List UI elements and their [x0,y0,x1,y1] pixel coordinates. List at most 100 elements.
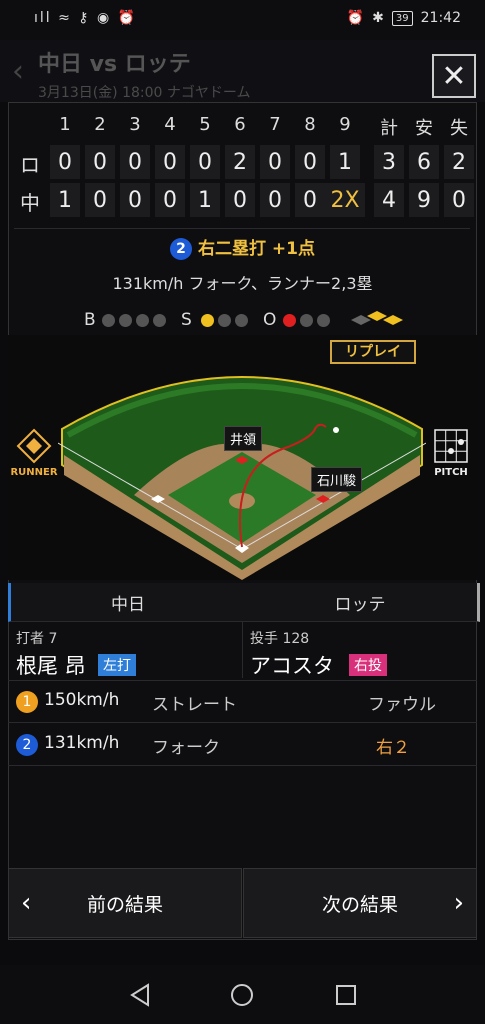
inning-score: 0 [295,183,325,217]
inning-score: 1 [50,183,80,217]
chevron-right-icon: › [453,888,464,918]
status-bar: ıll ≈ ⚷ ◉ ⏰ ⏰ ✱ 39 21:42 [0,0,485,40]
system-nav-bar [0,965,485,1024]
totals-header: 計 [380,118,398,139]
battery-icon: 39 [391,10,413,26]
replay-button[interactable]: リプレイ [330,340,416,364]
prev-result-label: 前の結果 [86,893,163,916]
pitch-type: ストレート [152,695,237,715]
runner-label: RUNNER [10,467,58,478]
game-title: 中日 vs ロッテ [38,52,191,77]
fielder-label: 井領 [224,426,263,451]
bluetooth-icon: ✱ [372,10,384,26]
inning-score: 2X [325,183,365,217]
ball-label: B [84,310,96,330]
inning-score: 0 [260,145,290,179]
bases-indicator-icon [351,311,403,325]
tab-label: 中日 [111,594,145,615]
inning-header: 6 [234,114,246,135]
total-score: 0 [444,183,474,217]
inning-score: 2 [225,145,255,179]
strike-dot [218,314,231,327]
pitch-button[interactable]: PITCH [426,428,476,488]
pitch-type: フォーク [152,738,220,758]
inning-score: 0 [85,183,115,217]
divider [242,622,243,678]
tab-home-team[interactable]: 中日 [8,583,245,622]
inning-header: 5 [199,114,211,135]
out-dot [317,314,330,327]
pitch-speed: 131km/h [44,733,120,753]
home-icon[interactable] [230,983,254,1007]
inning-score: 0 [190,145,220,179]
total-score: 2 [444,145,474,179]
ball-dot [136,314,149,327]
batter-hand-badge: 左打 [98,654,136,676]
pitch-number-badge: 1 [16,691,38,713]
pitch-number-badge: 2 [16,734,38,756]
pitch-speed: 150km/h [44,690,120,710]
inning-header: 3 [129,114,141,135]
runner-diamond-icon [16,428,52,464]
inning-score: 0 [155,183,185,217]
divider [14,228,470,229]
baseball-field-diagram [58,376,426,580]
tab-label: ロッテ [334,594,386,615]
inning-score: 0 [120,145,150,179]
next-result-button[interactable]: 次の結果 › [243,868,477,938]
total-score: 3 [374,145,404,179]
batter-role: 打者 7 [16,631,58,647]
batter-name: 根尾 昂 [16,654,86,678]
chevron-left-icon: ‹ [21,888,32,918]
pitch-row: 1 150km/h ストレート ファウル [8,682,477,723]
strike-dot [201,314,214,327]
play-description: 131km/h フォーク、ランナー2,3塁 [112,274,373,293]
close-icon: ✕ [441,58,467,94]
alarm-icon: ⏰ [346,10,365,26]
play-result: 2 右二塁打 +1点 [0,234,485,260]
game-subtitle: 3月13日(金) 18:00 ナゴヤドーム [38,85,251,101]
score-team-label: 中 [20,191,40,215]
divider [8,680,477,681]
total-score: 6 [409,145,439,179]
inning-score: 0 [295,145,325,179]
inning-header: 2 [94,114,106,135]
status-icons: ıll ≈ ⚷ ◉ ⏰ [34,10,138,26]
tab-away-team[interactable]: ロッテ [243,583,480,622]
out-label: O [263,310,277,330]
play-number-badge: 2 [170,238,192,260]
back-icon[interactable] [128,983,152,1007]
runner-button[interactable]: RUNNER [8,428,60,488]
pitcher-role: 投手 128 [250,631,310,647]
pitch-row: 2 131km/h フォーク 右２ [8,725,477,766]
next-result-label: 次の結果 [321,893,398,916]
out-dot [283,314,296,327]
ball-dot [153,314,166,327]
close-button[interactable]: ✕ [432,54,476,98]
inning-score: 0 [155,145,185,179]
ball-dot [102,314,115,327]
out-dot [300,314,313,327]
inning-score: 0 [120,183,150,217]
pitch-result: 右２ [376,738,410,758]
total-score: 4 [374,183,404,217]
strike-label: S [181,310,192,330]
pitch-grid-icon [434,429,468,463]
score-team-label: ロ [20,153,40,177]
total-score: 9 [409,183,439,217]
prev-result-button[interactable]: ‹ 前の結果 [8,868,242,938]
ball-dot [119,314,132,327]
inning-score: 0 [260,183,290,217]
background-header: ‹ 中日 vs ロッテ 3月13日(金) 18:00 ナゴヤドーム [0,40,485,102]
totals-header: 失 [450,118,468,139]
inning-score: 0 [50,145,80,179]
back-chevron-icon: ‹ [12,54,24,89]
inning-header: 7 [269,114,281,135]
strike-dot [235,314,248,327]
play-result-text: 右二塁打 +1点 [198,239,315,259]
pitcher-name: アコスタ [250,654,334,678]
ball-landing-point [333,427,339,433]
recents-icon[interactable] [334,983,358,1007]
inning-header: 9 [339,114,351,135]
inning-header: 1 [59,114,71,135]
